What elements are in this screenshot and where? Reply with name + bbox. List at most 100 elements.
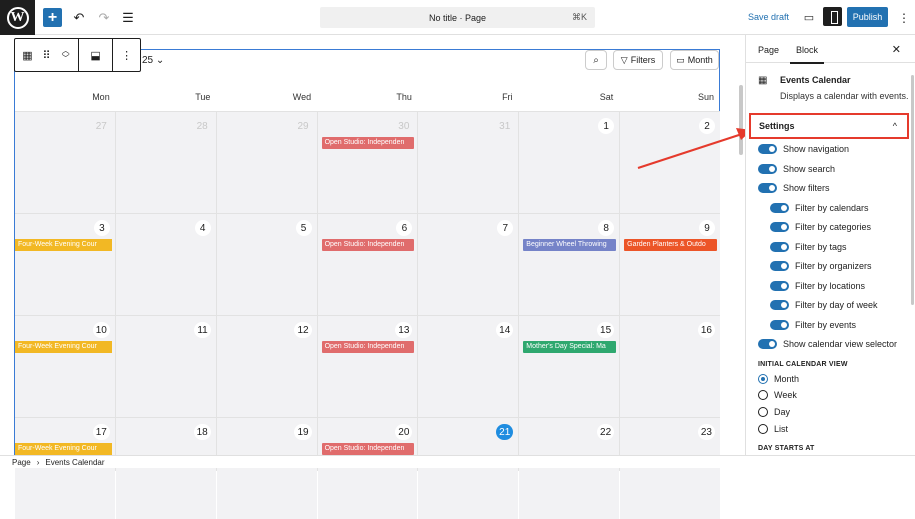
radio-button[interactable] <box>758 406 768 417</box>
tab-block[interactable]: Block <box>789 45 825 64</box>
toggle-switch[interactable] <box>758 144 777 154</box>
day-cell[interactable]: 16 <box>620 316 720 417</box>
settings-toggle-row[interactable]: Filter by events <box>770 319 856 331</box>
toggle-switch[interactable] <box>758 163 777 174</box>
day-cell[interactable]: 31 <box>418 112 519 213</box>
event-chip[interactable]: Mother's Day Special: Ma <box>523 341 617 353</box>
breadcrumb-block[interactable]: Events Calendar <box>45 458 104 467</box>
day-cell[interactable]: 8 Beginner Wheel Throwing <box>519 214 620 315</box>
save-draft-button[interactable]: Save draft <box>748 12 789 22</box>
event-chip[interactable]: Open Studio: Independen <box>321 137 415 149</box>
toggle-switch[interactable] <box>770 280 789 291</box>
breadcrumb-page[interactable]: Page <box>12 458 31 467</box>
close-icon[interactable]: ✕ <box>892 43 901 56</box>
list-view-icon[interactable]: ☰ <box>119 7 137 28</box>
day-cell[interactable]: 15 Mother's Day Special: Ma <box>519 316 620 417</box>
publish-button[interactable]: Publish <box>847 7 888 27</box>
day-number: 28 <box>196 120 208 132</box>
settings-toggle-row[interactable]: Filter by tags <box>770 241 847 253</box>
view-radio-option[interactable]: Month <box>758 373 799 384</box>
settings-toggle-row[interactable]: Filter by categories <box>770 221 871 233</box>
day-cell[interactable]: 27 <box>15 112 115 213</box>
view-radio-option[interactable]: Day <box>758 406 790 417</box>
add-block-button[interactable]: + <box>43 8 62 27</box>
month-selector[interactable]: 25 ⌄ <box>142 55 164 66</box>
event-chip[interactable]: Four-Week Evening Cour <box>15 443 112 455</box>
day-cell[interactable]: 18 <box>115 418 216 519</box>
sidebar-scrollbar[interactable] <box>911 75 914 305</box>
document-title-bar[interactable]: No title · Page ⌘K <box>320 7 595 28</box>
event-chip[interactable]: Garden Planters & Outdo <box>624 239 717 251</box>
event-chip[interactable]: Open Studio: Independen <box>321 341 415 353</box>
event-chip[interactable]: Four-Week Evening Cour <box>15 239 112 251</box>
radio-button[interactable] <box>758 423 768 434</box>
settings-panel-header[interactable]: Settings ^ <box>749 113 909 139</box>
event-chip[interactable]: Open Studio: Independen <box>321 443 415 455</box>
day-cell[interactable]: 12 <box>216 316 317 417</box>
day-cell[interactable]: 5 <box>216 214 317 315</box>
day-cell[interactable]: 13 Open Studio: Independen <box>317 316 418 417</box>
day-cell[interactable]: 19 <box>216 418 317 519</box>
calendar-block-icon[interactable]: ▦ <box>15 39 40 71</box>
toggle-switch[interactable] <box>758 339 777 349</box>
day-cell[interactable]: 2 <box>620 112 720 213</box>
day-cell[interactable]: 14 <box>418 316 519 417</box>
settings-sidebar-toggle-icon[interactable] <box>823 7 842 26</box>
toggle-switch[interactable] <box>770 202 789 213</box>
day-cell[interactable]: 4 <box>115 214 216 315</box>
day-cell[interactable]: 3 Four-Week Evening Cour <box>15 214 115 315</box>
filters-label: Filters <box>630 55 656 65</box>
tab-page[interactable]: Page <box>758 45 779 55</box>
calendar-view-button[interactable]: ▭ Month <box>670 50 719 70</box>
move-up-down-icon[interactable]: ︿ ﹀ <box>53 39 78 71</box>
preview-icon[interactable]: ▭ <box>801 7 817 28</box>
day-cell[interactable]: 23 <box>620 418 720 519</box>
day-cell[interactable]: 28 <box>115 112 216 213</box>
wordpress-logo-icon[interactable]: W <box>0 0 35 35</box>
day-cell[interactable]: 10 Four-Week Evening Cour <box>15 316 115 417</box>
toggle-switch[interactable] <box>770 319 789 330</box>
day-cell[interactable]: 11 <box>115 316 216 417</box>
day-cell[interactable]: 29 <box>216 112 317 213</box>
day-cell[interactable]: 9 Garden Planters & Outdo <box>620 214 720 315</box>
day-number: 2 <box>698 118 715 134</box>
toggle-switch[interactable] <box>770 300 789 310</box>
toggle-switch[interactable] <box>770 241 789 252</box>
settings-toggle-row[interactable]: Show navigation <box>758 143 849 155</box>
day-cell[interactable]: 20 Open Studio: Independen <box>317 418 418 519</box>
calendar-filters-button[interactable]: ▽ Filters <box>613 50 663 70</box>
settings-toggle-row[interactable]: Filter by day of week <box>770 299 878 311</box>
more-options-icon[interactable]: ⋮ <box>898 7 910 28</box>
day-cell[interactable]: 22 <box>519 418 620 519</box>
settings-toggle-row[interactable]: Filter by locations <box>770 280 865 292</box>
day-cell[interactable]: 17 Four-Week Evening Cour <box>15 418 115 519</box>
day-number: 30 <box>398 120 410 132</box>
drag-handle-icon[interactable]: ⠿ <box>40 39 53 71</box>
day-cell[interactable]: 1 <box>519 112 620 213</box>
settings-toggle-row[interactable]: Filter by calendars <box>770 202 869 214</box>
toggle-switch[interactable] <box>770 222 789 232</box>
radio-button[interactable] <box>758 373 768 384</box>
settings-toggle-row[interactable]: Show calendar view selector <box>758 338 897 350</box>
day-cell[interactable]: 30 Open Studio: Independen <box>317 112 418 213</box>
settings-toggle-row[interactable]: Filter by organizers <box>770 260 872 272</box>
calendar-search-button[interactable]: ⌕ <box>585 50 607 70</box>
redo-icon[interactable]: ↷ <box>95 7 113 28</box>
block-options-icon[interactable]: ⋮ <box>113 39 140 71</box>
event-chip[interactable]: Open Studio: Independen <box>321 239 415 251</box>
day-cell[interactable]: 6 Open Studio: Independen <box>317 214 418 315</box>
radio-button[interactable] <box>758 390 768 401</box>
align-icon[interactable]: ⬓ <box>79 39 112 71</box>
toggle-switch[interactable] <box>758 183 777 193</box>
settings-toggle-row[interactable]: Show search <box>758 163 835 175</box>
view-radio-option[interactable]: List <box>758 423 788 434</box>
canvas-scrollbar[interactable] <box>739 85 743 155</box>
day-cell[interactable]: 21 <box>418 418 519 519</box>
view-radio-option[interactable]: Week <box>758 390 797 401</box>
event-chip[interactable]: Beginner Wheel Throwing <box>523 239 617 251</box>
event-chip[interactable]: Four-Week Evening Cour <box>15 341 112 353</box>
toggle-switch[interactable] <box>770 261 789 271</box>
day-cell[interactable]: 7 <box>418 214 519 315</box>
settings-toggle-row[interactable]: Show filters <box>758 182 830 194</box>
undo-icon[interactable]: ↶ <box>70 7 88 28</box>
